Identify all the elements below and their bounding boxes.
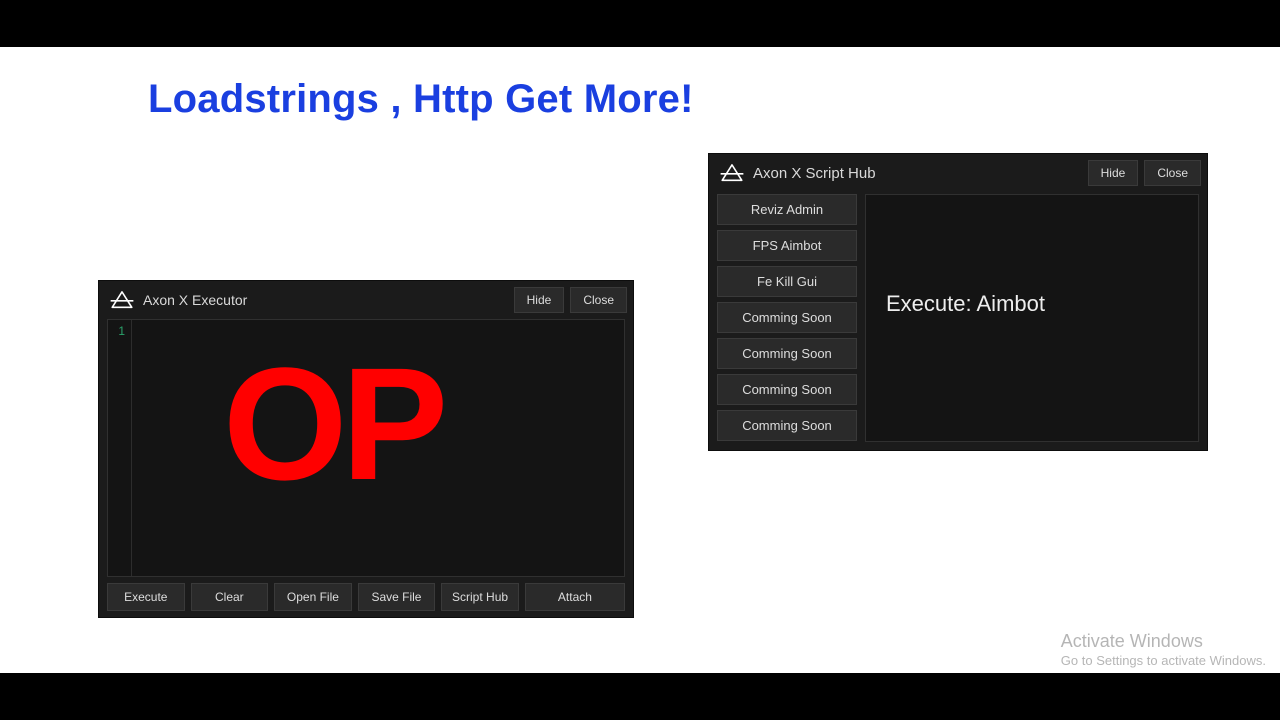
executor-title: Axon X Executor xyxy=(143,292,247,308)
code-editor[interactable]: 1 OP xyxy=(107,319,625,577)
hide-button[interactable]: Hide xyxy=(1088,160,1139,186)
line-gutter: 1 xyxy=(108,320,132,576)
clear-button[interactable]: Clear xyxy=(191,583,269,611)
hub-item-fps-aimbot[interactable]: FPS Aimbot xyxy=(717,230,857,261)
scripthub-title: Axon X Script Hub xyxy=(753,165,876,182)
editor-body[interactable] xyxy=(132,320,624,576)
close-button[interactable]: Close xyxy=(1144,160,1201,186)
save-file-button[interactable]: Save File xyxy=(358,583,436,611)
hide-button[interactable]: Hide xyxy=(514,287,565,313)
execute-button[interactable]: Execute xyxy=(107,583,185,611)
headline-text: Loadstrings , Http Get More! xyxy=(148,77,694,122)
hub-item-fe-kill-gui[interactable]: Fe Kill Gui xyxy=(717,266,857,297)
attach-button[interactable]: Attach xyxy=(525,583,625,611)
hub-item-reviz-admin[interactable]: Reviz Admin xyxy=(717,194,857,225)
hub-item-coming-soon[interactable]: Comming Soon xyxy=(717,374,857,405)
app-logo-icon xyxy=(719,162,745,184)
executor-titlebar[interactable]: Axon X Executor Hide Close xyxy=(99,281,633,319)
canvas: Loadstrings , Http Get More! Axon X Exec… xyxy=(0,47,1280,673)
hub-item-coming-soon[interactable]: Comming Soon xyxy=(717,338,857,369)
app-logo-icon xyxy=(109,289,135,311)
scripthub-main: Execute: Aimbot xyxy=(865,194,1199,442)
scripthub-window: Axon X Script Hub Hide Close Reviz Admin… xyxy=(708,153,1208,451)
hub-item-coming-soon[interactable]: Comming Soon xyxy=(717,410,857,441)
windows-activation-watermark: Activate Windows Go to Settings to activ… xyxy=(1061,630,1266,669)
executor-toolbar: Execute Clear Open File Save File Script… xyxy=(107,583,625,611)
executor-window: Axon X Executor Hide Close 1 OP Execute … xyxy=(98,280,634,618)
hub-item-coming-soon[interactable]: Comming Soon xyxy=(717,302,857,333)
open-file-button[interactable]: Open File xyxy=(274,583,352,611)
script-hub-button[interactable]: Script Hub xyxy=(441,583,519,611)
execute-label: Execute: Aimbot xyxy=(886,291,1045,317)
scripthub-sidebar: Reviz Admin FPS Aimbot Fe Kill Gui Commi… xyxy=(717,194,857,442)
close-button[interactable]: Close xyxy=(570,287,627,313)
scripthub-titlebar[interactable]: Axon X Script Hub Hide Close xyxy=(709,154,1207,192)
